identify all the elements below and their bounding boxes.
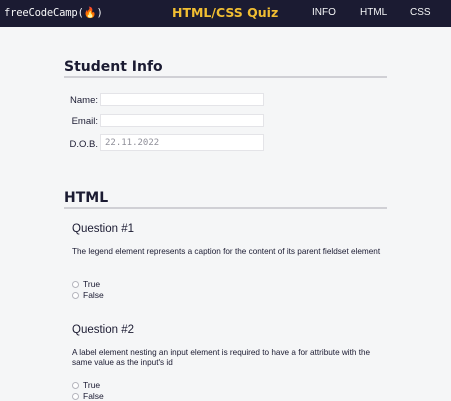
name-input[interactable] [100, 93, 264, 106]
student-info-heading: Student Info [64, 59, 387, 78]
name-label: Name: [70, 95, 98, 106]
question-2-option-true[interactable]: True [72, 380, 100, 390]
question-1-option-false[interactable]: False [72, 290, 104, 300]
email-label: Email: [71, 116, 98, 127]
question-2-text: A label element nesting an input element… [72, 348, 371, 368]
html-section-heading: HTML [64, 190, 387, 209]
radio-button[interactable] [72, 381, 79, 389]
page-title: HTML/CSS Quiz [172, 5, 279, 20]
freecodecamp-logo[interactable]: freeCodeCamp(🔥) [4, 6, 103, 19]
question-1-text: The legend element represents a caption … [72, 247, 381, 256]
nav-link-html[interactable]: HTML [360, 7, 387, 18]
question-2-title: Question #2 [72, 324, 135, 336]
radio-button[interactable] [72, 392, 79, 400]
question-1-option-true[interactable]: True [72, 279, 100, 289]
option-label: False [83, 290, 104, 300]
option-label: True [83, 380, 101, 390]
radio-button[interactable] [72, 280, 79, 288]
option-label: True [83, 279, 101, 289]
dob-date-input[interactable]: 22.11.2022 [100, 134, 264, 151]
top-navbar: freeCodeCamp(🔥) HTML/CSS Quiz INFO HTML … [0, 0, 451, 27]
question-1-title: Question #1 [72, 223, 135, 235]
nav-link-css[interactable]: CSS [410, 7, 431, 18]
radio-button[interactable] [72, 291, 79, 299]
dob-label: D.O.B. [69, 139, 98, 150]
email-input[interactable] [100, 114, 264, 127]
nav-link-info[interactable]: INFO [312, 7, 336, 18]
